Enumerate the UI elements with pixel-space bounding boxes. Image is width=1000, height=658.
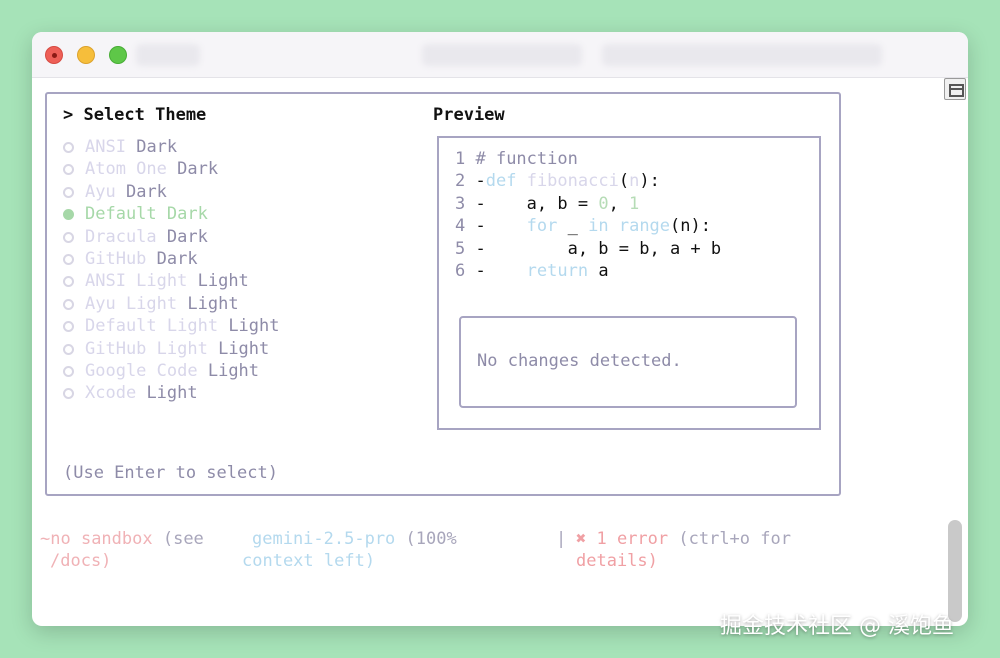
code-line: 3 - a, b = 0, 1 <box>455 193 640 214</box>
vertical-scrollbar[interactable] <box>948 520 962 622</box>
blurred-window-title-extra <box>602 44 882 66</box>
sandbox-status: ~no sandbox (see <box>40 529 204 549</box>
model-status: gemini-2.5-pro (100% <box>252 529 457 549</box>
title-bar <box>32 32 968 78</box>
sandbox-docs-link[interactable]: /docs) <box>50 550 111 572</box>
line-number: 4 <box>455 216 466 237</box>
preview-panel: 1 # function 2 -def fibonacci(n): 3 - a, b… <box>437 136 821 430</box>
error-details: details) <box>576 551 658 571</box>
context-left: context left) <box>242 551 376 571</box>
blurred-window-title <box>422 44 582 66</box>
radio-selected-icon <box>63 209 74 221</box>
error-status[interactable]: ✖ 1 error (ctrl+o for <box>576 528 791 550</box>
radio-empty-icon <box>63 388 74 400</box>
theme-option-label: ANSI Light Light <box>85 271 249 292</box>
line-number: 6 <box>455 260 466 281</box>
theme-option-label: Default Light Light <box>85 316 280 337</box>
radio-empty-icon <box>63 276 74 288</box>
radio-empty-icon <box>63 298 74 310</box>
code-preview: 1 # function 2 -def fibonacci(n): 3 - a, b… <box>455 148 721 282</box>
code-line: 5 - a, b = b, a + b <box>455 238 722 259</box>
error-icon: ✖ <box>576 529 587 549</box>
theme-option-label: Dracula Dark <box>85 226 208 247</box>
watermark: 掘金技术社区 @ 溪饱鱼 <box>720 614 954 639</box>
code-line: 2 -def fibonacci(n): <box>455 171 660 192</box>
close-window-button[interactable] <box>45 46 63 64</box>
code-line: 6 - return a <box>455 260 609 281</box>
code-line: 4 - for _ in range(n): <box>455 216 711 237</box>
preview-heading: Preview <box>433 105 505 125</box>
terminal-window: > Select Theme ANSI Dark Atom One Dark Ayu… <box>32 32 968 626</box>
line-number: 2 <box>455 171 466 192</box>
radio-empty-icon <box>63 321 74 333</box>
radio-empty-icon <box>63 231 74 243</box>
theme-option-label: Ayu Dark <box>85 181 167 202</box>
theme-option-label: GitHub Light Light <box>85 338 270 359</box>
code-line: 1 # function <box>455 149 578 169</box>
line-number: 1 <box>455 149 466 169</box>
diff-message: No changes detected. <box>477 351 682 371</box>
radio-empty-icon <box>63 164 74 176</box>
radio-empty-icon <box>63 343 74 355</box>
theme-dialog: > Select Theme ANSI Dark Atom One Dark Ayu… <box>45 92 841 496</box>
theme-option-label: Default Dark <box>85 204 208 225</box>
radio-empty-icon <box>63 253 74 265</box>
footer-separator: | <box>556 529 567 549</box>
select-theme-heading: > Select Theme <box>63 105 207 125</box>
radio-empty-icon <box>63 186 74 198</box>
diff-box: No changes detected. <box>459 316 797 408</box>
zoom-window-button[interactable] <box>109 46 127 64</box>
radio-empty-icon <box>63 365 74 377</box>
theme-option-label: Google Code Light <box>85 360 260 381</box>
theme-option-label: Atom One Dark <box>85 159 219 180</box>
line-number: 3 <box>455 193 466 214</box>
theme-option-label: Xcode Light <box>85 383 198 404</box>
radio-empty-icon <box>63 142 74 153</box>
theme-option-label: GitHub Dark <box>85 248 198 269</box>
blurred-tab-title <box>136 44 200 66</box>
theme-option-label: Ayu Light Light <box>85 293 239 314</box>
split-pane-icon[interactable] <box>944 78 966 100</box>
minimize-window-button[interactable] <box>77 46 95 64</box>
select-hint: (Use Enter to select) <box>63 463 278 483</box>
theme-option-label: ANSI Dark <box>85 137 178 157</box>
line-number: 5 <box>455 238 466 259</box>
